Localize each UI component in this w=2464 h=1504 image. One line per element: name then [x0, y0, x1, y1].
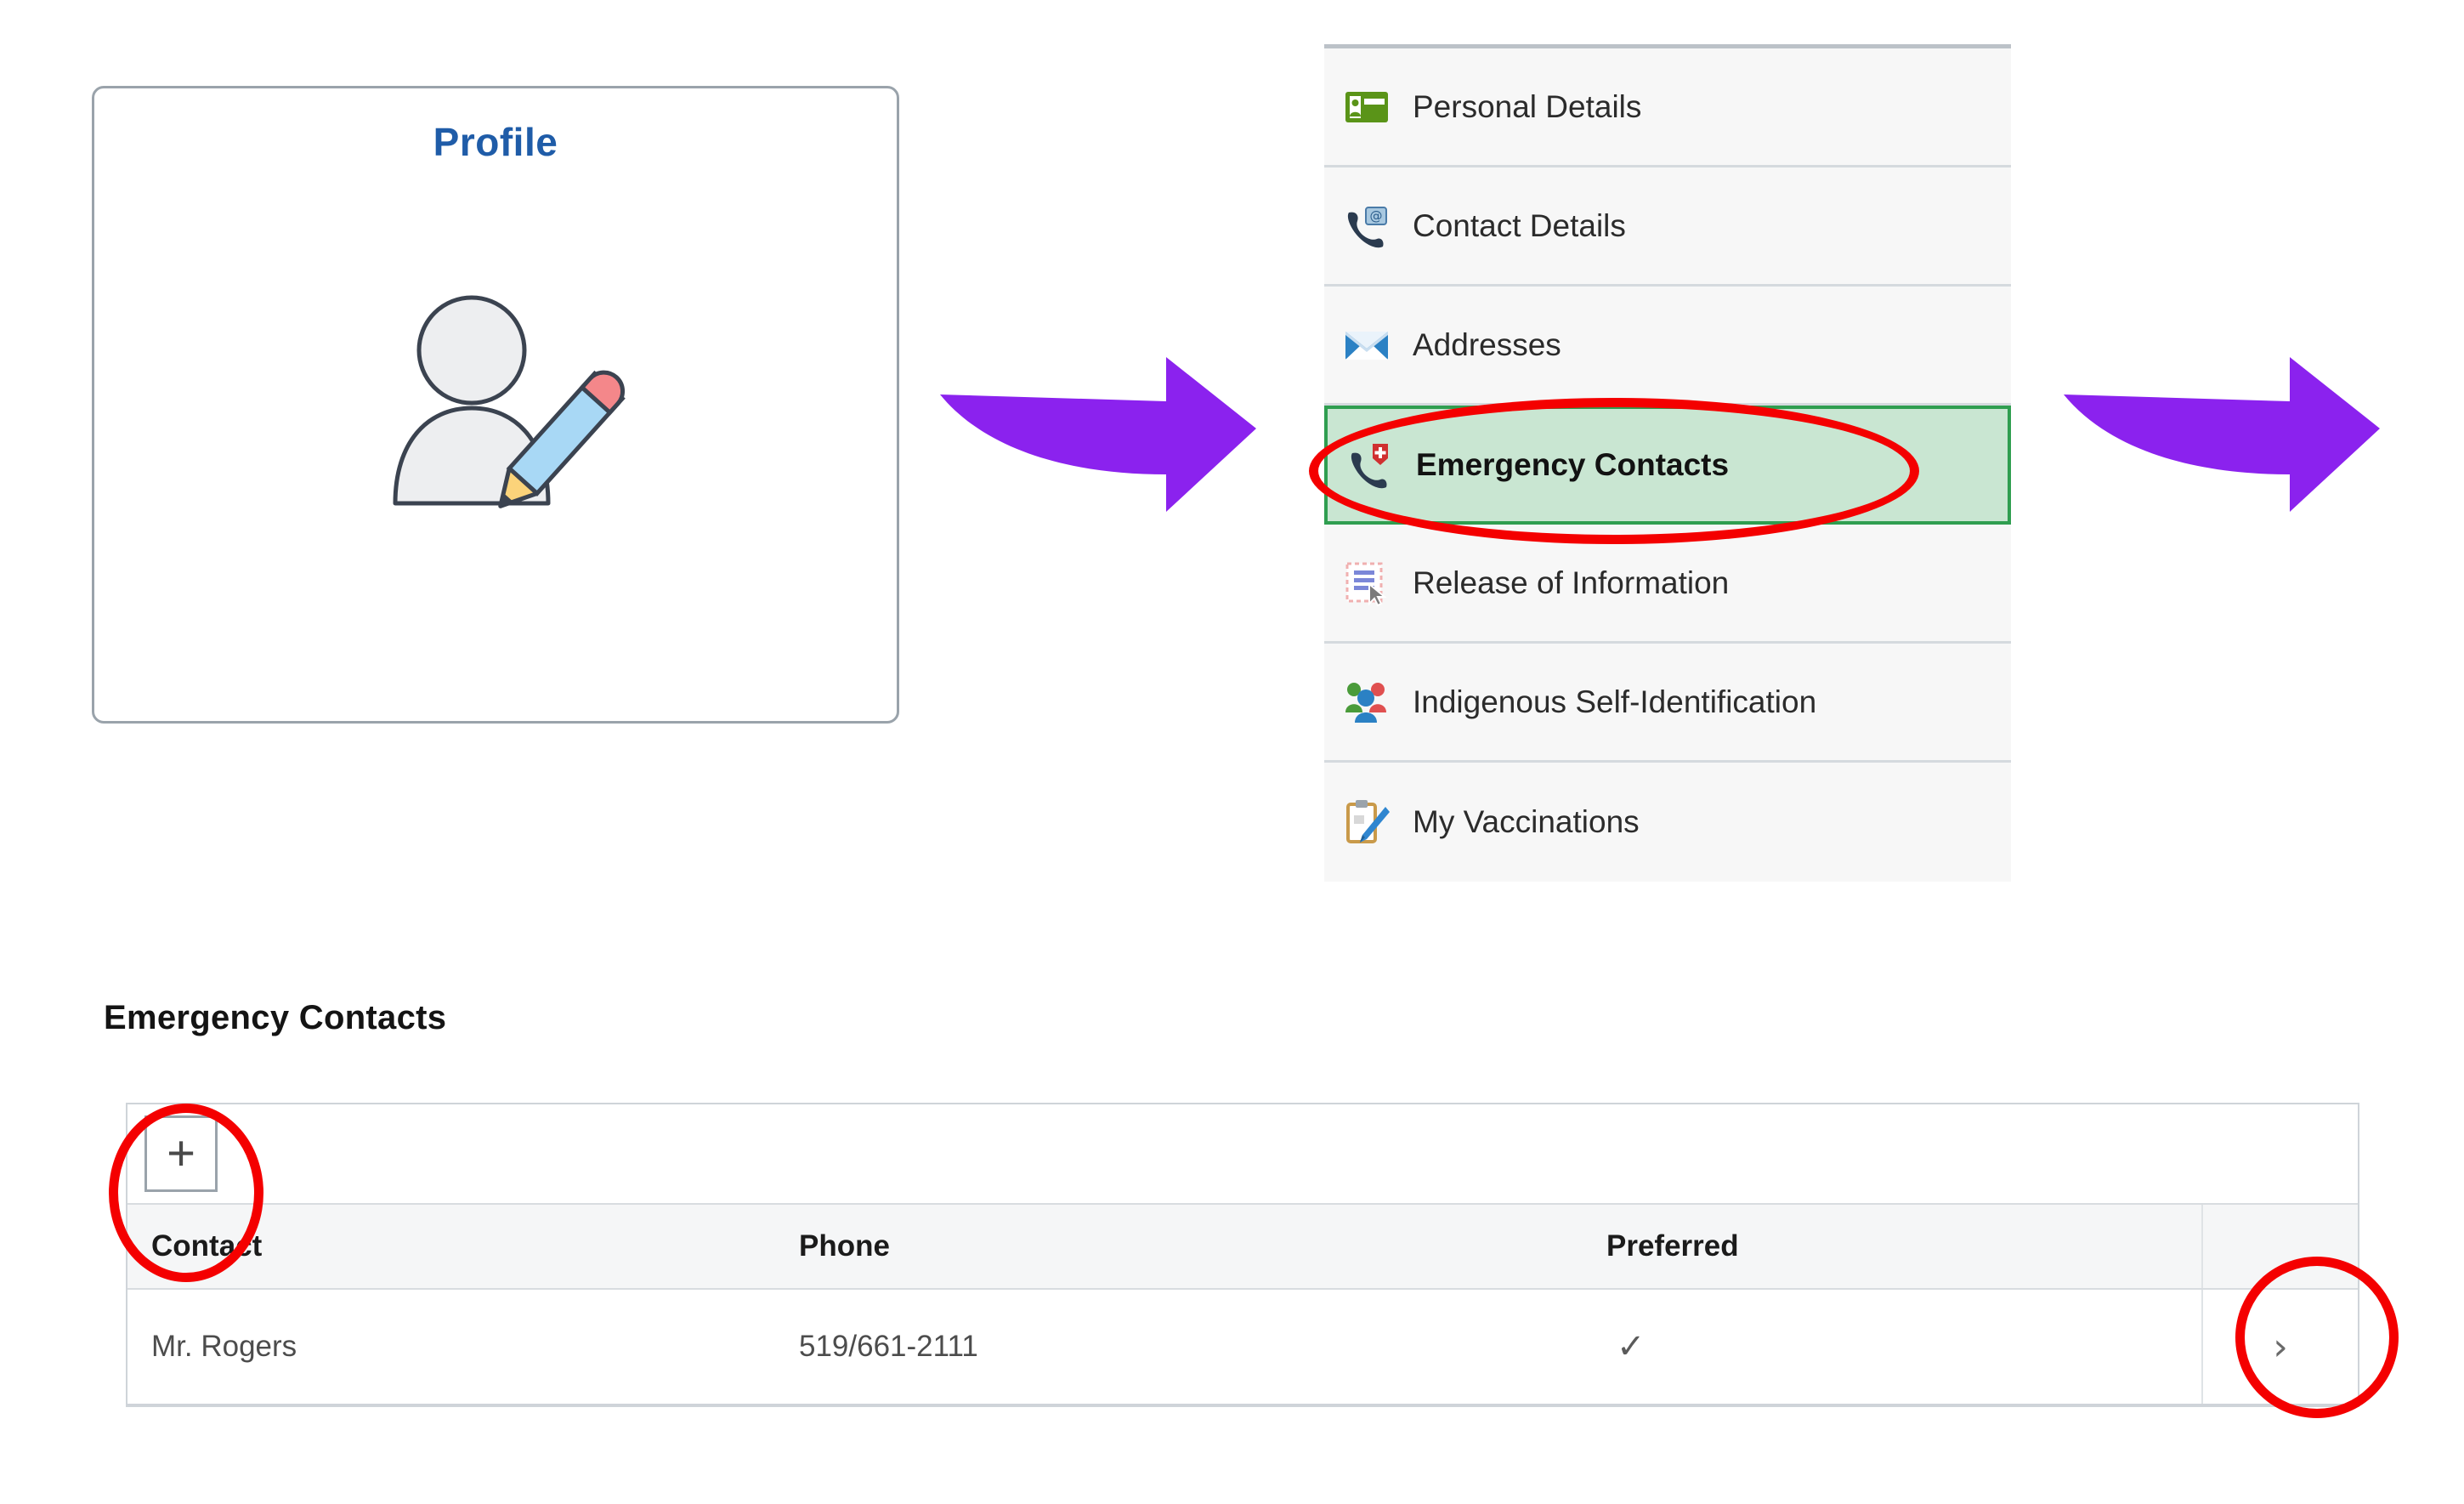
- menu-item-label: Indigenous Self-Identification: [1413, 684, 1817, 719]
- clipboard-pen-icon: [1343, 798, 1391, 846]
- phone-medical-icon: [1346, 441, 1394, 489]
- column-header-preferred: Preferred: [1606, 1229, 1739, 1263]
- chevron-right-icon: ›: [2273, 1325, 2288, 1369]
- column-header-phone: Phone: [799, 1229, 890, 1263]
- menu-item-contact-details[interactable]: @ Contact Details: [1324, 167, 2011, 287]
- table-row[interactable]: Mr. Rogers 519/661-2111 ✓ ›: [127, 1290, 2358, 1405]
- profile-tile[interactable]: Profile: [92, 86, 899, 724]
- emergency-contacts-grid: + Contact Phone Preferred Mr. Rogers 519…: [126, 1103, 2359, 1407]
- menu-item-label: Personal Details: [1413, 88, 1642, 124]
- row-detail-button[interactable]: ›: [2201, 1290, 2358, 1404]
- cell-preferred: ✓: [1606, 1327, 2201, 1366]
- cell-phone: 519/661-2111: [799, 1330, 978, 1363]
- profile-tile-title: Profile: [433, 120, 558, 164]
- phone-at-icon: @: [1343, 202, 1391, 250]
- menu-item-label: Emergency Contacts: [1416, 447, 1730, 482]
- profile-menu-list: Personal Details @ Contact Details Addre…: [1324, 44, 2011, 882]
- menu-item-release-of-information[interactable]: Release of Information: [1324, 525, 2011, 644]
- menu-item-addresses[interactable]: Addresses: [1324, 287, 2011, 406]
- check-icon: ✓: [1617, 1328, 1645, 1365]
- column-header-actions: [2201, 1205, 2358, 1288]
- envelope-icon: [1343, 321, 1391, 369]
- right-arrow-icon-1: [935, 357, 1275, 544]
- add-contact-button[interactable]: +: [144, 1115, 218, 1192]
- menu-item-my-vaccinations[interactable]: My Vaccinations: [1324, 763, 2011, 882]
- column-header-contact: Contact: [151, 1229, 263, 1263]
- menu-item-emergency-contacts[interactable]: Emergency Contacts: [1324, 406, 2011, 525]
- person-edit-icon: [360, 284, 632, 539]
- id-card-icon: [1343, 83, 1391, 131]
- svg-text:@: @: [1370, 208, 1383, 224]
- menu-item-label: Addresses: [1413, 326, 1561, 362]
- cell-contact-name: Mr. Rogers: [151, 1330, 297, 1363]
- page-title: Emergency Contacts: [104, 999, 447, 1036]
- document-cursor-icon: [1343, 559, 1391, 607]
- people-group-icon: [1343, 678, 1391, 726]
- grid-header-row: Contact Phone Preferred: [127, 1205, 2358, 1290]
- grid-toolbar: +: [127, 1104, 2358, 1205]
- menu-item-label: Contact Details: [1413, 207, 1626, 243]
- menu-item-label: My Vaccinations: [1413, 804, 1640, 839]
- menu-item-personal-details[interactable]: Personal Details: [1324, 48, 2011, 167]
- menu-item-indigenous-self-identification[interactable]: Indigenous Self-Identification: [1324, 644, 2011, 763]
- right-arrow-icon-2: [2059, 357, 2399, 544]
- menu-item-label: Release of Information: [1413, 565, 1730, 600]
